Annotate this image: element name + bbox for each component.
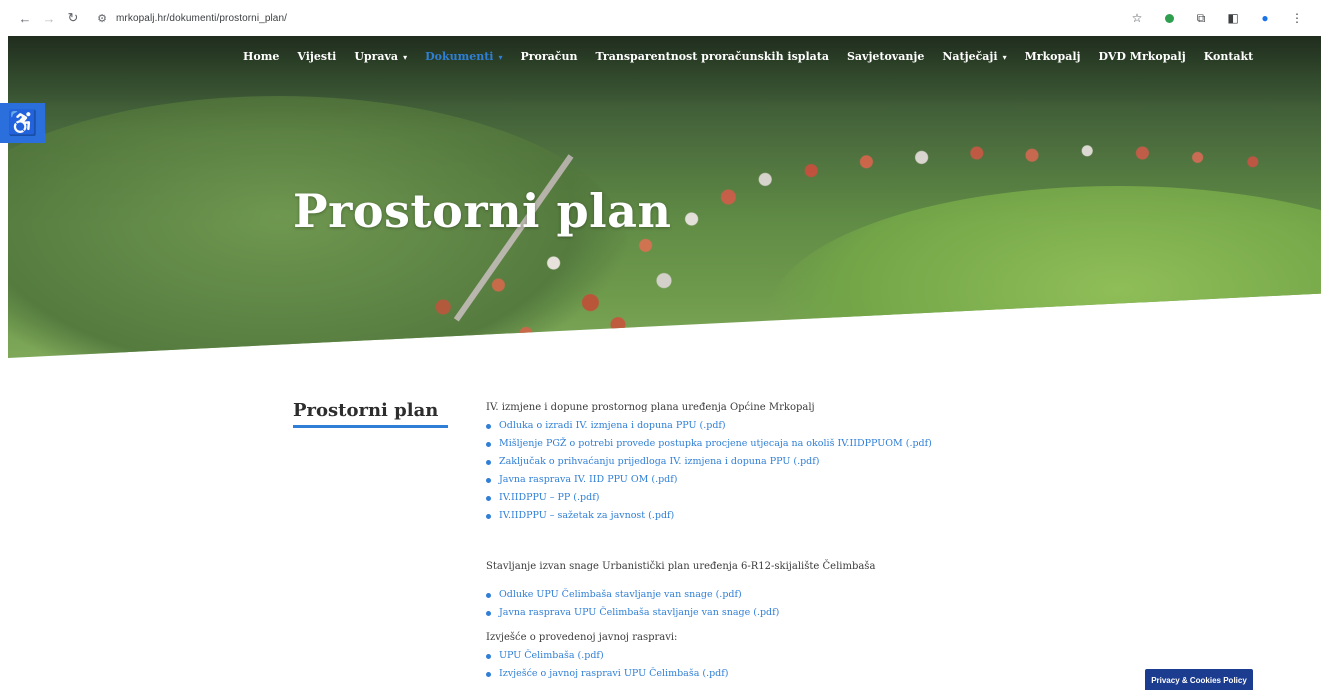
bullet-icon: [486, 423, 491, 429]
bullet-icon: [486, 495, 491, 501]
list-item: Mišljenje PGŽ o potrebi provede postupka…: [486, 435, 1186, 453]
bullet-icon: [486, 477, 491, 483]
sidebar-title-underline: [293, 425, 448, 428]
list-item: IV.IIDPPU – PP (.pdf): [486, 489, 1186, 507]
pdf-document-link[interactable]: Izvješće o javnoj raspravi UPU Čelimbaša…: [499, 665, 729, 683]
chevron-down-icon: ▾: [498, 51, 503, 62]
nav-item-label: Home: [243, 50, 280, 63]
nav-item-natječaji[interactable]: Natječaji ▾: [942, 50, 1006, 63]
hero-title: Prostorni plan: [293, 184, 672, 238]
privacy-cookie-policy-button[interactable]: Privacy & Cookies Policy: [1145, 669, 1253, 690]
chevron-down-icon: ▾: [1002, 51, 1007, 62]
section-ivizmjene: IV. izmjene i dopune prostornog plana ur…: [486, 402, 1186, 525]
list-item: IV.IIDPPU – sažetak za javnost (.pdf): [486, 507, 1186, 525]
document-list: Odluke UPU Čelimbaša stavljanje van snag…: [486, 586, 1186, 622]
section-heading: Izvješće o provedenoj javnoj raspravi:: [486, 632, 678, 643]
list-item: Javna rasprava UPU Čelimbaša stavljanje …: [486, 604, 1186, 622]
bullet-icon: [486, 513, 491, 519]
profile-avatar-icon[interactable]: ●: [1257, 10, 1273, 26]
nav-item-dvd-mrkopalj[interactable]: DVD Mrkopalj: [1099, 50, 1186, 63]
section-upu-celimbasa: Stavljanje izvan snage Urbanistički plan…: [486, 561, 1186, 622]
bookmark-star-icon[interactable]: ☆: [1129, 10, 1145, 26]
nav-item-label: Transparentnost proračunskih isplata: [595, 50, 829, 63]
nav-item-dokumenti[interactable]: Dokumenti ▾: [425, 50, 502, 63]
pdf-document-link[interactable]: Mišljenje PGŽ o potrebi provede postupka…: [499, 435, 932, 453]
nav-item-label: Mrkopalj: [1024, 50, 1081, 63]
list-item: Odluka o izradi IV. izmjena i dopuna PPU…: [486, 417, 1186, 435]
back-arrow-icon[interactable]: ←: [16, 9, 34, 27]
pdf-document-link[interactable]: IV.IIDPPU – PP (.pdf): [499, 489, 599, 507]
reload-icon[interactable]: ↻: [64, 9, 82, 27]
pdf-document-link[interactable]: Odluka o izradi IV. izmjena i dopuna PPU…: [499, 417, 726, 435]
bullet-icon: [486, 653, 491, 659]
address-bar-url[interactable]: mrkopalj.hr/dokumenti/prostorni_plan/: [116, 13, 287, 24]
forward-arrow-icon[interactable]: →: [40, 9, 58, 27]
list-item: Izvješće o javnoj raspravi UPU Čelimbaša…: [486, 665, 1186, 683]
extension-dot-icon[interactable]: [1161, 10, 1177, 26]
nav-item-vijesti[interactable]: Vijesti: [297, 50, 336, 63]
main-navigation: Home Vijesti Uprava ▾ Dokumenti ▾ Proračun Tran…: [243, 50, 1271, 63]
nav-item-kontakt[interactable]: Kontakt: [1204, 50, 1254, 63]
pdf-document-link[interactable]: IV.IIDPPU – sažetak za javnost (.pdf): [499, 507, 674, 525]
nav-item-transparentnost-proračunskih-isplata[interactable]: Transparentnost proračunskih isplata: [596, 50, 829, 63]
bullet-icon: [486, 592, 491, 598]
pdf-document-link[interactable]: Javna rasprava IV. IID PPU OM (.pdf): [499, 471, 677, 489]
sidebar-title: Prostorni plan: [293, 400, 439, 421]
section-heading: IV. izmjene i dopune prostornog plana ur…: [486, 402, 815, 413]
hero-banner: Home Vijesti Uprava ▾ Dokumenti ▾ Proračun Tran…: [8, 36, 1321, 358]
site-info-icon[interactable]: ⚙: [94, 10, 110, 26]
extensions-puzzle-icon[interactable]: ⧉: [1193, 10, 1209, 26]
document-list: Odluka o izradi IV. izmjena i dopuna PPU…: [486, 417, 1186, 525]
nav-item-label: Dokumenti: [425, 50, 494, 63]
list-item: UPU Čelimbaša (.pdf): [486, 647, 1186, 665]
nav-item-mrkopalj[interactable]: Mrkopalj: [1025, 50, 1081, 63]
bullet-icon: [486, 441, 491, 447]
section-heading: Stavljanje izvan snage Urbanistički plan…: [486, 561, 876, 572]
menu-kebab-icon[interactable]: ⋮: [1289, 10, 1305, 26]
nav-item-label: DVD Mrkopalj: [1098, 50, 1186, 63]
document-content: IV. izmjene i dopune prostornog plana ur…: [486, 402, 1186, 683]
bullet-icon: [486, 459, 491, 465]
browser-actions: ☆ ⧉ ◧ ● ⋮: [1129, 0, 1321, 36]
browser-toolbar: ← → ↻ ⚙ mrkopalj.hr/dokumenti/prostorni_…: [0, 0, 1321, 36]
nav-item-home[interactable]: Home: [243, 50, 279, 63]
nav-item-uprava[interactable]: Uprava ▾: [354, 50, 407, 63]
list-item: Odluke UPU Čelimbaša stavljanje van snag…: [486, 586, 1186, 604]
list-item: Javna rasprava IV. IID PPU OM (.pdf): [486, 471, 1186, 489]
section-izvjesce: Izvješće o provedenoj javnoj raspravi: U…: [486, 632, 1186, 683]
document-list: UPU Čelimbaša (.pdf) Izvješće o javnoj ra…: [486, 647, 1186, 683]
pdf-document-link[interactable]: Zaključak o prihvaćanju prijedloga IV. i…: [499, 453, 819, 471]
accessibility-icon[interactable]: ♿: [0, 103, 45, 143]
nav-item-proračun[interactable]: Proračun: [520, 50, 577, 63]
list-item: Zaključak o prihvaćanju prijedloga IV. i…: [486, 453, 1186, 471]
bullet-icon: [486, 610, 491, 616]
nav-item-label: Natječaji: [942, 50, 998, 63]
side-panel-icon[interactable]: ◧: [1225, 10, 1241, 26]
nav-item-label: Uprava: [354, 50, 399, 63]
nav-item-savjetovanje[interactable]: Savjetovanje: [847, 50, 924, 63]
nav-item-label: Proračun: [520, 50, 578, 63]
nav-item-label: Vijesti: [297, 50, 337, 63]
nav-item-label: Savjetovanje: [846, 50, 925, 63]
nav-item-label: Kontakt: [1203, 50, 1254, 63]
pdf-document-link[interactable]: Javna rasprava UPU Čelimbaša stavljanje …: [499, 604, 779, 622]
pdf-document-link[interactable]: Odluke UPU Čelimbaša stavljanje van snag…: [499, 586, 742, 604]
pdf-document-link[interactable]: UPU Čelimbaša (.pdf): [499, 647, 604, 665]
bullet-icon: [486, 671, 491, 677]
chevron-down-icon: ▾: [403, 51, 408, 62]
